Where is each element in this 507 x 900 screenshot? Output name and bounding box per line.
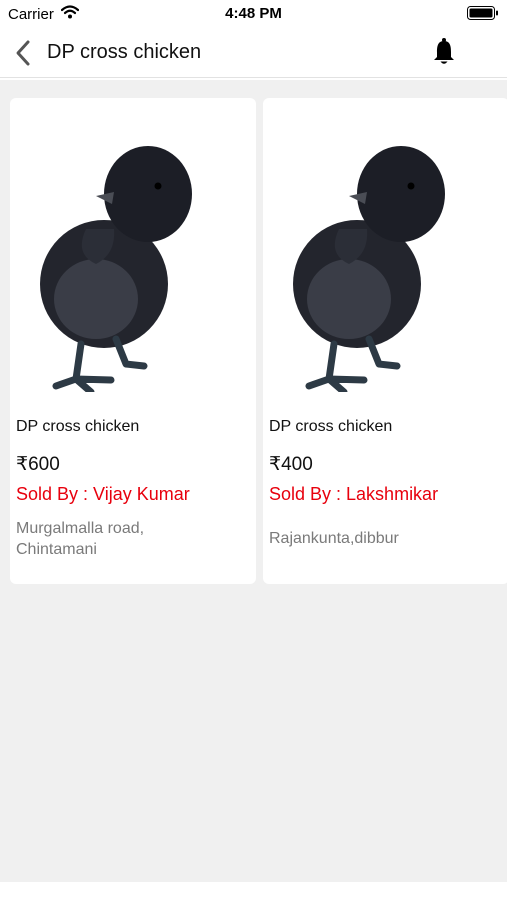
product-grid: DP cross chicken ₹600 Sold By : Vijay Ku… [0,80,507,882]
status-time: 4:48 PM [225,5,282,22]
product-price: ₹600 [16,454,60,475]
black-chick-image [40,146,192,392]
back-chevron-icon[interactable] [12,38,34,68]
bell-icon[interactable] [432,36,456,66]
product-card[interactable]: DP cross chicken ₹600 Sold By : Vijay Ku… [10,98,256,584]
nav-bar: DP cross chicken [0,28,507,78]
product-card[interactable]: DP cross chicken ₹400 Sold By : Lakshmik… [263,98,507,584]
product-price: ₹400 [269,454,313,475]
product-seller: Sold By : Vijay Kumar [16,484,190,504]
status-bar: Carrier 4:48 PM [0,0,507,28]
product-location: Murgalmalla road, Chintamani [16,520,145,558]
bottom-safe-area [0,882,507,900]
battery-icon [467,6,498,20]
product-title: DP cross chicken [16,418,140,435]
page-title: DP cross chicken [47,41,202,63]
black-chick-image [293,146,445,392]
product-seller: Sold By : Lakshmikar [269,484,439,504]
product-location: Rajankunta,dibbur [269,530,399,547]
product-title: DP cross chicken [269,418,393,435]
